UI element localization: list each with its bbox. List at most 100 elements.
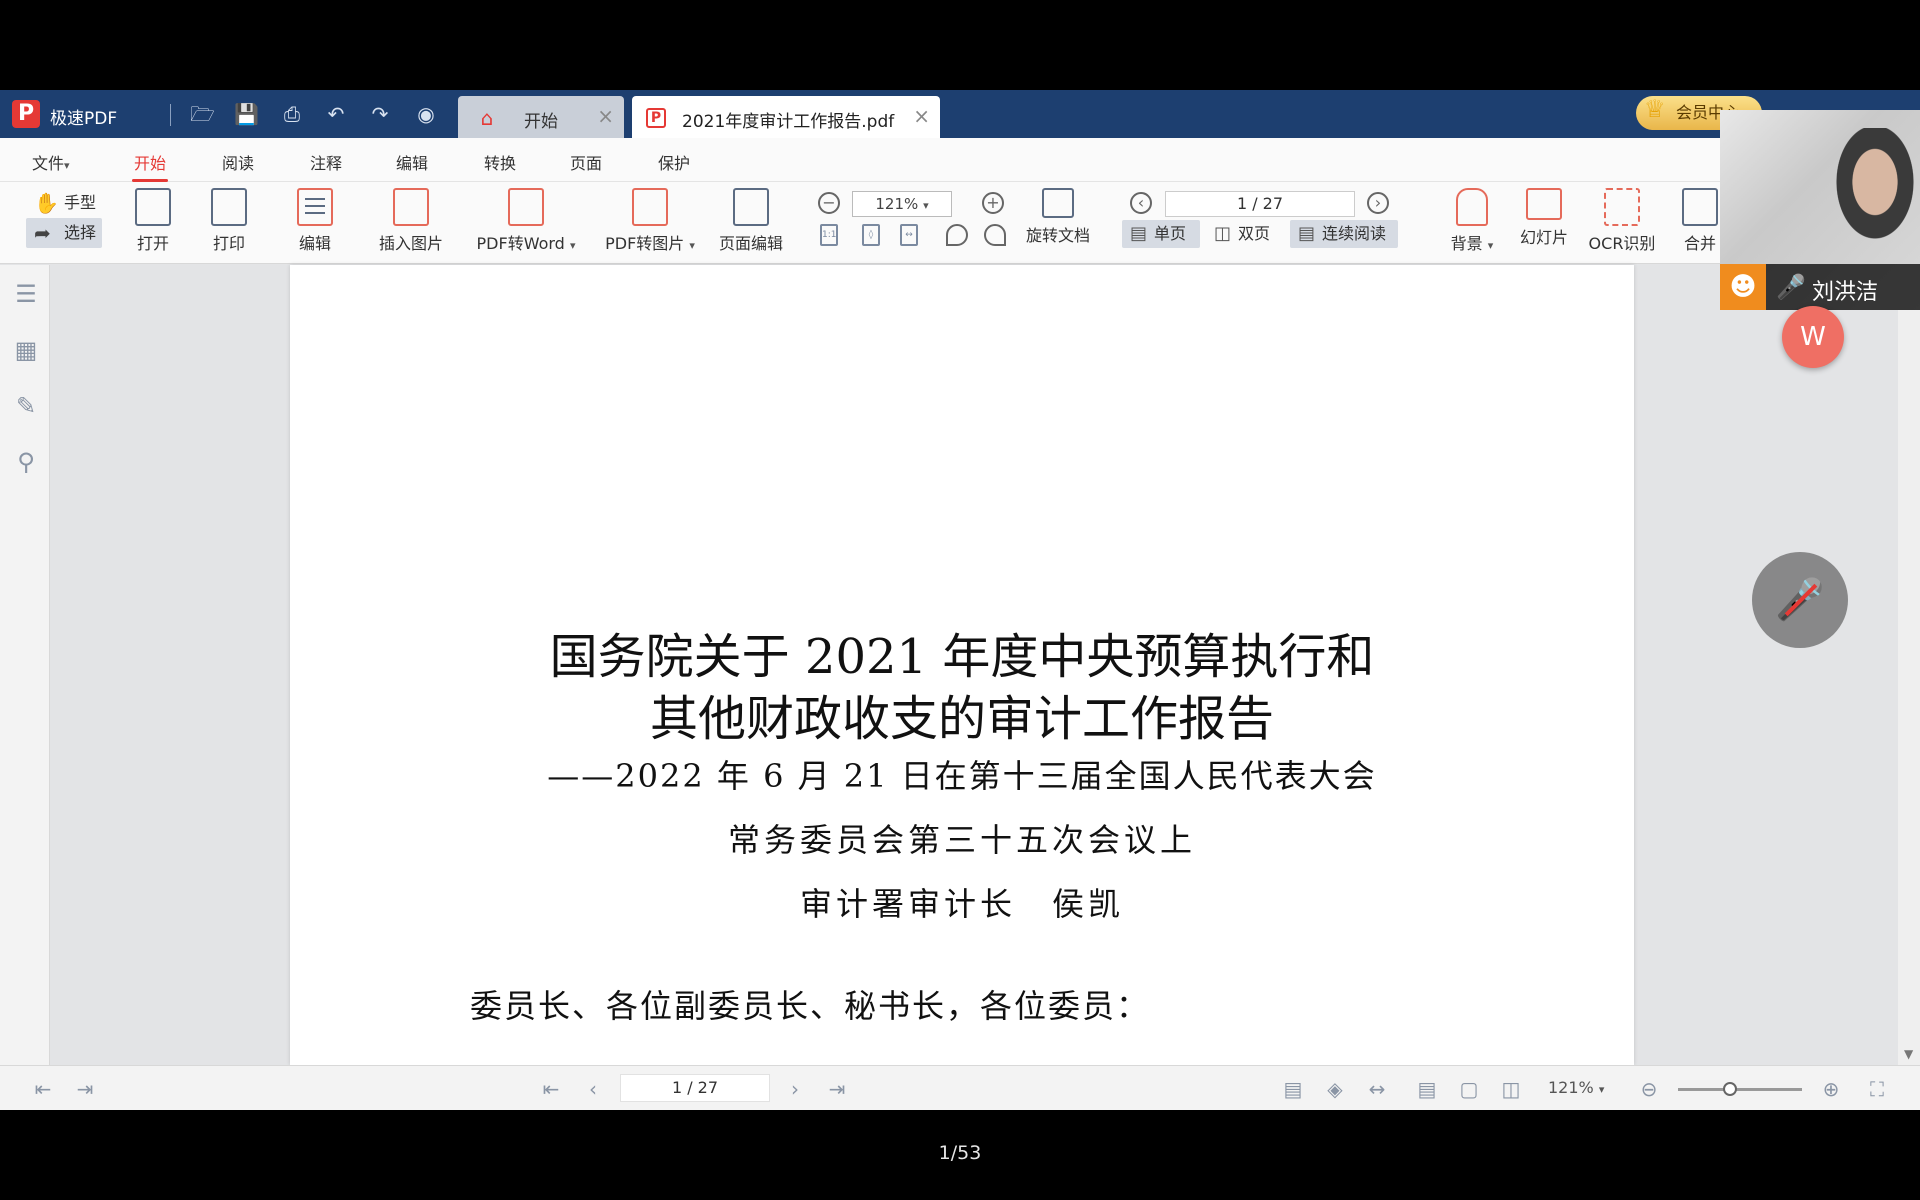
menu-start[interactable]: 开始	[131, 150, 169, 182]
pdf-to-word-label: PDF转Word	[476, 234, 565, 253]
first-page-icon[interactable]: ⇤	[540, 1078, 562, 1100]
status-zoom-select[interactable]: 121% ▾	[1548, 1078, 1604, 1097]
hand-select-group: ✋ 手型 ➦ 选择	[26, 188, 102, 248]
insert-image-label: 插入图片	[378, 234, 443, 253]
pdf-to-image-button[interactable]: PDF转图片 ▾	[600, 188, 700, 254]
chevron-down-icon: ▾	[569, 239, 576, 252]
edit-button[interactable]: 编辑	[292, 188, 338, 254]
home-icon: ⌂	[480, 106, 494, 130]
fit-page-icon[interactable]: ◈	[1324, 1078, 1346, 1100]
participant-video-tile[interactable]: ☻ 🎤 刘洪洁	[1720, 110, 1920, 310]
chevron-down-icon: ▾	[923, 199, 929, 212]
insert-image-button[interactable]: 插入图片	[372, 188, 450, 254]
slideshow-button[interactable]: 幻灯片	[1516, 188, 1572, 248]
zoom-in-icon[interactable]: +	[982, 192, 1004, 214]
fit-width-icon[interactable]: ↔	[1366, 1078, 1388, 1100]
zoom-slider-handle[interactable]	[1723, 1082, 1738, 1096]
page-edit-button[interactable]: 页面编辑	[716, 188, 786, 254]
double-page-label: 双页	[1238, 224, 1271, 243]
document-page: 国务院关于 2021 年度中央预算执行和 其他财政收支的审计工作报告 ——202…	[290, 265, 1634, 1065]
title-bar: P 极速PDF 🗁 💾 ⎙ ↶ ↷ ◉ ⌂ 开始 × P 2021年度审计工作报…	[0, 90, 1920, 138]
ocr-label: OCR识别	[1588, 234, 1656, 253]
double-page-button[interactable]: ◫ 双页	[1206, 220, 1284, 248]
menu-file-label: 文件	[32, 154, 65, 173]
menu-convert[interactable]: 转换	[484, 150, 516, 174]
background-button[interactable]: 背景 ▾	[1440, 188, 1504, 254]
fit-width-icon[interactable]: ↔	[900, 224, 918, 246]
single-page-label: 单页	[1154, 224, 1187, 243]
zoom-in-icon[interactable]: ⊕	[1820, 1078, 1842, 1100]
hand-tool-button[interactable]: ✋ 手型	[26, 188, 102, 218]
edit-label: 编辑	[298, 234, 331, 253]
next-page-icon[interactable]: ›	[1367, 192, 1389, 214]
ocr-button[interactable]: OCR识别	[1586, 188, 1658, 254]
pdf-app-window: P 极速PDF 🗁 💾 ⎙ ↶ ↷ ◉ ⌂ 开始 × P 2021年度审计工作报…	[0, 90, 1920, 1110]
pin-icon[interactable]: ◉	[414, 102, 438, 126]
fullscreen-icon[interactable]: ⛶	[1866, 1078, 1888, 1100]
open-button[interactable]: 打开	[130, 188, 176, 254]
continuous-icon: ▤	[1298, 223, 1316, 244]
single-page-icon[interactable]: ▢	[1458, 1078, 1480, 1100]
double-page-icon[interactable]: ◫	[1500, 1078, 1522, 1100]
save-icon[interactable]: 💾	[234, 102, 259, 126]
mute-microphone-button[interactable]: 🎤	[1752, 552, 1848, 648]
search-icon[interactable]: ⚲	[12, 449, 40, 475]
annotations-icon[interactable]: ✎	[12, 393, 40, 419]
status-page-input[interactable]: 1 / 27	[620, 1074, 770, 1102]
floating-convert-button[interactable]: W	[1782, 306, 1844, 368]
rotate-document-icon	[1042, 188, 1074, 218]
zoom-slider[interactable]	[1678, 1082, 1802, 1096]
hand-icon: ✋	[34, 191, 59, 215]
last-page-icon[interactable]: ⇥	[826, 1078, 848, 1100]
slide-counter: 1/53	[938, 1142, 982, 1164]
scroll-down-icon[interactable]: ▼	[1904, 1047, 1913, 1061]
previous-page-icon[interactable]: ‹	[1130, 192, 1152, 214]
select-tool-button[interactable]: ➦ 选择	[26, 218, 102, 248]
menu-page[interactable]: 页面	[570, 150, 602, 174]
vertical-scrollbar[interactable]: ▼	[1898, 265, 1920, 1065]
zoom-out-icon[interactable]: ⊖	[1638, 1078, 1660, 1100]
tab-document[interactable]: P 2021年度审计工作报告.pdf ×	[632, 96, 940, 138]
menu-annotate[interactable]: 注释	[310, 150, 342, 174]
rotate-right-icon[interactable]	[984, 224, 1006, 246]
tab-home[interactable]: ⌂ 开始 ×	[458, 96, 624, 138]
hand-label: 手型	[64, 193, 97, 212]
menu-read[interactable]: 阅读	[222, 150, 254, 174]
edit-icon	[297, 188, 333, 226]
actual-size-icon[interactable]: ▤	[1282, 1078, 1304, 1100]
close-icon[interactable]: ×	[597, 104, 614, 128]
continuous-reading-button[interactable]: ▤ 连续阅读	[1290, 220, 1398, 248]
open-folder-icon[interactable]: 🗁	[190, 102, 215, 126]
print-button[interactable]: 打印	[206, 188, 252, 254]
redo-icon[interactable]: ↷	[368, 102, 392, 126]
zoom-out-icon[interactable]: −	[818, 192, 840, 214]
select-label: 选择	[64, 223, 97, 242]
previous-page-icon[interactable]: ‹	[582, 1078, 604, 1100]
outline-icon[interactable]: ☰	[12, 281, 40, 307]
fit-page-icon[interactable]: ◊	[862, 224, 880, 246]
grid-icon	[733, 188, 769, 226]
print-icon[interactable]: ⎙	[280, 102, 304, 126]
page-number-input[interactable]: 1 / 27	[1165, 191, 1355, 217]
actual-size-icon[interactable]: 1:1	[820, 224, 838, 246]
menu-edit[interactable]: 编辑	[396, 150, 428, 174]
rotate-left-icon[interactable]	[946, 224, 968, 246]
participant-video	[1830, 128, 1920, 248]
menu-file[interactable]: 文件▾	[32, 150, 70, 174]
undo-icon[interactable]: ↶	[324, 102, 348, 126]
app-name: 极速PDF	[50, 109, 118, 129]
next-page-icon[interactable]: ›	[784, 1078, 806, 1100]
close-icon[interactable]: ×	[913, 104, 930, 128]
export-icon[interactable]: ⇥	[74, 1078, 96, 1100]
exit-icon[interactable]: ⇤	[32, 1078, 54, 1100]
zoom-select[interactable]: 121% ▾	[852, 191, 952, 217]
paint-bucket-icon	[1456, 188, 1488, 226]
pdf-to-word-button[interactable]: PDF转Word ▾	[468, 188, 584, 254]
menu-protect[interactable]: 保护	[658, 150, 690, 174]
merge-button[interactable]: 合并	[1680, 188, 1720, 254]
rotate-document-button[interactable]: 旋转文档	[1022, 188, 1094, 246]
participant-name-bar: ☻ 🎤 刘洪洁	[1720, 264, 1920, 310]
single-page-button[interactable]: ▤ 单页	[1122, 220, 1200, 248]
continuous-icon[interactable]: ▤	[1416, 1078, 1438, 1100]
thumbnails-icon[interactable]: ▦	[12, 337, 40, 363]
